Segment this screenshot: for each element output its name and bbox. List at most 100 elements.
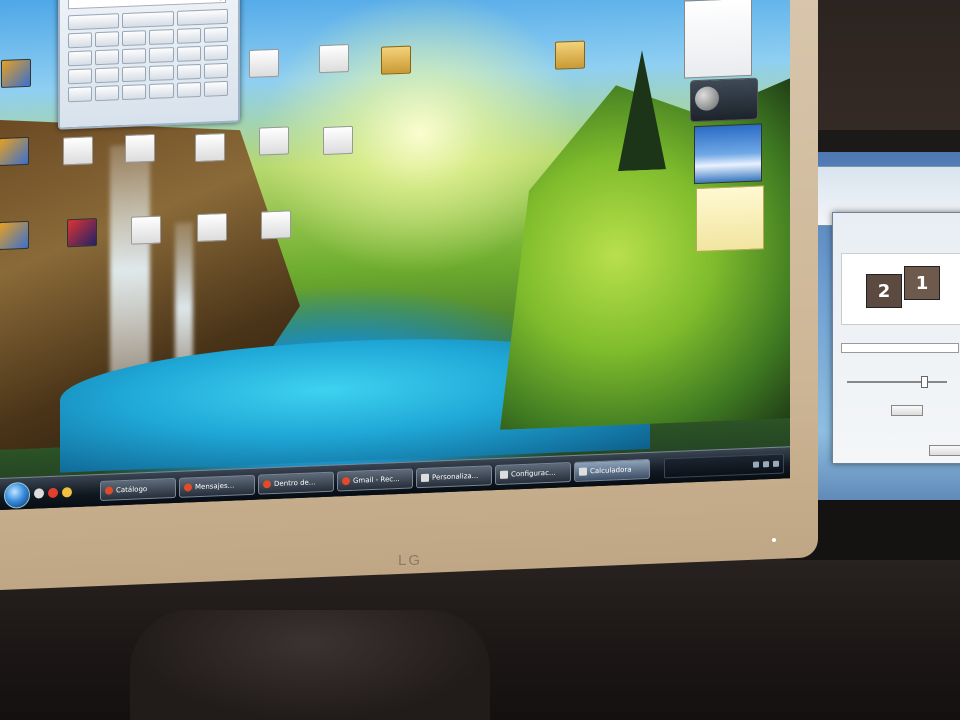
notes-gadget[interactable] [696,185,764,253]
resolution-slider-knob[interactable] [921,376,928,388]
taskbar-button-label: Mensajes... [195,481,235,492]
app-icon [1,58,31,88]
document-icon [125,133,155,163]
desktop-icon[interactable] [306,125,370,158]
calc-key[interactable] [149,47,174,63]
calc-key[interactable] [149,29,174,45]
desktop-icon[interactable] [108,133,172,166]
document-icon [63,136,93,166]
desktop-icon[interactable] [180,212,244,245]
browser-icon [263,480,271,489]
desktop-icon[interactable] [232,48,296,81]
taskbar-button[interactable]: Gmail - Rec... [337,468,413,492]
start-button[interactable] [4,481,30,509]
desk-object [130,610,490,720]
window-icon [500,470,508,479]
calculator-window[interactable]: 0 [58,0,240,130]
main-screen: 0 [0,0,790,510]
desktop-icon[interactable] [0,136,46,169]
calc-key[interactable] [68,50,93,67]
taskbar-button[interactable]: Catálogo [100,477,176,501]
desktop-icon[interactable] [114,215,178,248]
monitor-2-box[interactable]: 2 [866,274,902,308]
advanced-button[interactable] [891,405,923,416]
resolution-slider[interactable] [847,381,947,383]
desktop-icon[interactable] [0,58,48,91]
second-screen: 2 1 [796,152,960,502]
calc-key[interactable] [95,49,120,66]
document-icon [323,125,353,156]
calendar-grid [685,0,751,11]
document-icon [197,212,227,243]
system-tray [664,453,784,479]
network-icon[interactable] [753,461,759,468]
desktop-icon[interactable] [364,45,428,78]
calc-key[interactable] [95,31,120,48]
language-icon[interactable] [773,460,779,467]
ok-button[interactable] [929,445,960,456]
desktop-icon[interactable] [50,217,114,250]
taskbar-button[interactable]: Dentro de... [258,471,334,495]
desktop-icon[interactable] [242,126,306,159]
calc-key[interactable] [95,85,120,102]
calc-key[interactable] [68,32,93,49]
desktop-icon[interactable] [538,40,602,73]
weather-gadget[interactable] [690,77,758,123]
calc-key[interactable] [176,63,201,80]
desktop-icon[interactable] [0,220,46,253]
document-icon [249,48,279,78]
desktop-icon[interactable] [244,210,308,243]
wallpaper-waterfall [110,143,150,396]
monitor-select[interactable] [841,343,959,353]
desktop-icon[interactable] [178,132,242,165]
taskbar-button-label: Catálogo [116,485,148,495]
calc-key[interactable] [68,13,120,31]
calc-key[interactable] [95,67,120,84]
power-led [772,538,776,542]
calc-key[interactable] [122,84,147,101]
calc-key[interactable] [176,8,228,26]
show-desktop-icon[interactable] [34,488,44,499]
taskbar-button[interactable]: Configurac... [495,462,571,486]
calc-key[interactable] [203,62,228,79]
calc-key[interactable] [203,80,228,97]
calc-key[interactable] [122,66,147,83]
calc-key[interactable] [68,68,93,85]
media-icon[interactable] [62,487,72,498]
monitor-brand-logo: LG [398,552,423,569]
calc-key[interactable] [176,81,201,98]
taskbar-button[interactable]: Personaliza... [416,465,492,489]
display-settings-dialog[interactable]: 2 1 [832,212,960,464]
taskbar-button[interactable]: Mensajes... [179,474,255,498]
app-icon [0,220,29,251]
document-icon [131,215,161,245]
calc-key[interactable] [176,27,201,44]
quick-launch [34,487,72,499]
taskbar-button-active[interactable]: Calculadora [574,458,650,482]
calculator-display: 0 [68,0,226,10]
calc-key[interactable] [203,26,228,43]
calendar-gadget[interactable] [684,0,752,79]
volume-icon[interactable] [763,461,769,468]
desktop-icon[interactable] [302,43,366,76]
taskbar-button-label: Calculadora [590,465,632,476]
app-icon [67,218,97,248]
calc-key[interactable] [122,48,147,65]
calc-key[interactable] [68,86,93,103]
taskbar-button-label: Gmail - Rec... [353,474,400,485]
browser-icon [184,483,192,492]
browser-icon[interactable] [48,487,58,499]
calc-key[interactable] [149,65,174,81]
calc-key[interactable] [122,11,174,29]
calc-key[interactable] [122,30,147,47]
calculator-icon [579,467,587,476]
calc-key[interactable] [149,83,174,99]
moon-icon [695,86,719,112]
calc-key[interactable] [203,44,228,61]
taskbar-button-label: Configurac... [511,468,556,479]
calc-key[interactable] [176,45,201,62]
monitor-1-box[interactable]: 1 [904,266,940,300]
monitor-arrangement-preview: 2 1 [841,253,960,325]
slideshow-gadget[interactable] [694,123,762,185]
desktop-icon[interactable] [46,136,110,169]
